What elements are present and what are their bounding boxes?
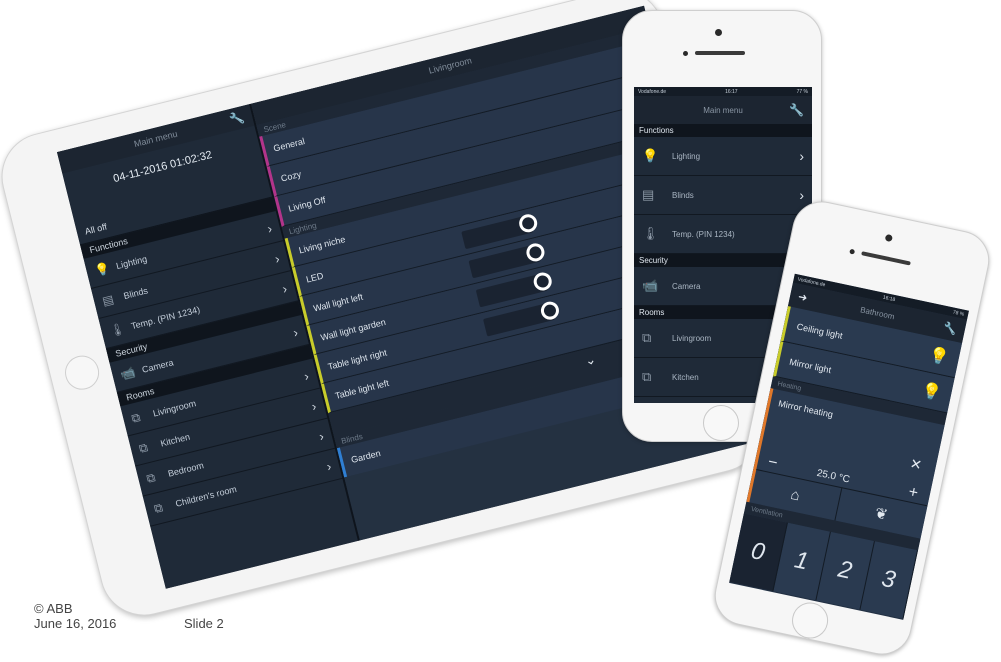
slide-number: Slide 2 xyxy=(184,616,224,631)
menu-item-label: Lighting xyxy=(672,151,701,161)
lighting-icon: 💡 xyxy=(642,148,659,163)
slider-knob[interactable] xyxy=(517,212,540,235)
increase-temp-button[interactable]: + xyxy=(907,483,920,503)
home-icon: ⌂ xyxy=(789,485,802,505)
decrease-temp-button[interactable]: − xyxy=(766,453,779,473)
fan-off-icon[interactable]: ✕ xyxy=(908,455,924,474)
wrench-icon[interactable]: 🔧 xyxy=(228,110,246,127)
leaf-icon: ❦ xyxy=(873,504,890,524)
thermometer-icon: 🌡 xyxy=(642,226,659,241)
room-icon: ⧉ xyxy=(642,369,652,384)
slide-footer: © ABB June 16, 2016 Slide 2 xyxy=(34,601,224,631)
wrench-icon[interactable]: 🔧 xyxy=(942,320,958,336)
light-label: Wall light left xyxy=(312,291,364,314)
carrier-label: Vodafone.de xyxy=(638,88,667,95)
sensor-dot xyxy=(683,51,688,56)
menu-item-label: Blinds xyxy=(672,190,694,200)
menu-item-blinds[interactable]: ▤ Blinds › xyxy=(634,176,812,215)
light-label: Living niche xyxy=(297,233,347,255)
light-label: Table light right xyxy=(326,346,388,372)
functions-header: Functions xyxy=(634,124,812,137)
ipad-main-menu-title: Main menu xyxy=(132,128,179,150)
thermometer-icon: 🌡 xyxy=(108,321,127,339)
clock-label: 16:17 xyxy=(725,88,738,95)
slider-knob[interactable] xyxy=(539,299,561,322)
chevron-down-icon[interactable]: ⌄ xyxy=(583,351,597,369)
room-title: Bathroom xyxy=(859,304,896,321)
blinds-icon: ▤ xyxy=(100,292,116,309)
earpiece-speaker xyxy=(861,251,911,266)
status-bar: Vodafone.de 16:17 77 % xyxy=(634,87,812,96)
light-label: Table light left xyxy=(333,377,390,401)
battery-label: 77 % xyxy=(796,88,808,95)
front-camera xyxy=(715,29,722,36)
footer-date: June 16, 2016 xyxy=(34,616,117,631)
heating-name: Mirror heating xyxy=(777,398,834,420)
front-camera xyxy=(884,233,893,243)
main-menu-title: Main menu xyxy=(703,105,743,115)
copyright-text: © ABB xyxy=(34,601,73,616)
slider-knob[interactable] xyxy=(531,270,554,293)
main-menu-header: Main menu 🔧 xyxy=(634,96,812,124)
chevron-right-icon: › xyxy=(799,187,804,203)
ipad-home-button[interactable] xyxy=(61,352,103,394)
iphone-home-button[interactable] xyxy=(788,599,832,642)
menu-item-lighting[interactable]: 💡 Lighting › xyxy=(634,137,812,176)
bulb-icon[interactable]: 💡 xyxy=(927,344,951,368)
sensor-dot xyxy=(849,248,856,255)
camera-icon: 📹 xyxy=(119,364,138,383)
lighting-icon: 💡 xyxy=(93,261,112,279)
back-arrow-icon[interactable]: ➜ xyxy=(797,290,809,305)
slider-knob[interactable] xyxy=(524,241,547,264)
wrench-icon[interactable]: 🔧 xyxy=(789,103,804,117)
chevron-right-icon: › xyxy=(799,148,804,164)
blinds-icon: ▤ xyxy=(642,187,655,202)
bulb-icon[interactable]: 💡 xyxy=(920,379,944,403)
iphone-home-button[interactable] xyxy=(703,405,739,441)
camera-icon: 📹 xyxy=(642,278,659,293)
room-icon: ⧉ xyxy=(642,330,652,345)
menu-item-label: Temp. (PIN 1234) xyxy=(672,229,735,239)
earpiece-speaker xyxy=(695,51,745,55)
menu-item-temperature[interactable]: 🌡 Temp. (PIN 1234) › xyxy=(634,215,812,254)
light-label: LED xyxy=(304,270,325,285)
